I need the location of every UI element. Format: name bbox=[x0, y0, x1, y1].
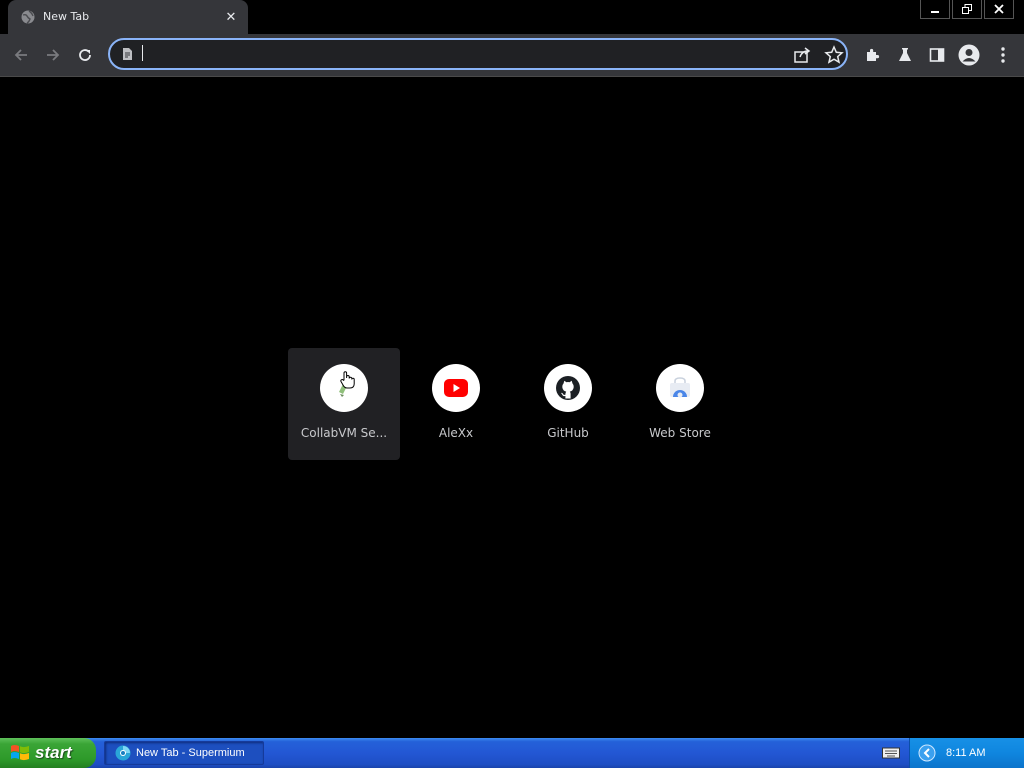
close-icon bbox=[994, 4, 1004, 14]
close-window-button[interactable] bbox=[984, 0, 1014, 19]
supermium-icon bbox=[115, 745, 131, 761]
shortcut-icon-wrapper bbox=[432, 364, 480, 412]
tab-strip: New Tab ✕ bbox=[0, 0, 1024, 34]
close-tab-icon[interactable]: ✕ bbox=[222, 8, 240, 26]
shortcut-collabvm[interactable]: CollabVM Se... bbox=[288, 348, 400, 460]
shortcut-icon-wrapper bbox=[320, 364, 368, 412]
window-controls bbox=[918, 0, 1014, 20]
shortcut-label: GitHub bbox=[547, 426, 589, 440]
avatar-icon bbox=[958, 44, 980, 66]
shortcut-label: CollabVM Se... bbox=[300, 426, 388, 440]
tab-new-tab[interactable]: New Tab ✕ bbox=[8, 0, 248, 34]
keyboard-icon[interactable] bbox=[882, 746, 900, 760]
youtube-icon bbox=[444, 379, 468, 397]
tab-title: New Tab bbox=[43, 10, 90, 23]
side-panel-button[interactable] bbox=[924, 42, 950, 68]
back-button[interactable] bbox=[8, 42, 34, 68]
menu-button[interactable] bbox=[990, 42, 1016, 68]
share-icon[interactable] bbox=[792, 45, 812, 65]
page-icon bbox=[123, 48, 132, 60]
hand-cursor-icon bbox=[340, 371, 355, 389]
shortcut-github[interactable]: GitHub bbox=[512, 348, 624, 460]
show-hidden-icons-icon[interactable] bbox=[918, 744, 936, 762]
reload-icon bbox=[79, 49, 91, 61]
taskbar: start New Tab - Supermium 8:11 AM bbox=[0, 738, 1024, 768]
browser-toolbar bbox=[0, 34, 1024, 77]
text-caret bbox=[142, 45, 143, 61]
shortcuts-grid: CollabVM Se... AleXx GitHub Web Store bbox=[288, 348, 736, 460]
taskbar-item-browser[interactable]: New Tab - Supermium bbox=[104, 741, 264, 765]
shortcut-alexx[interactable]: AleXx bbox=[400, 348, 512, 460]
start-label: start bbox=[35, 743, 72, 762]
reload-button[interactable] bbox=[72, 42, 98, 68]
clock[interactable]: 8:11 AM bbox=[946, 747, 986, 759]
restore-button[interactable] bbox=[952, 0, 982, 19]
puzzle-icon bbox=[867, 48, 880, 61]
shortcut-icon-wrapper bbox=[544, 364, 592, 412]
system-tray: 8:11 AM bbox=[882, 738, 1024, 768]
webstore-icon bbox=[670, 377, 690, 398]
shortcut-web-store[interactable]: Web Store bbox=[624, 348, 736, 460]
labs-button[interactable] bbox=[892, 42, 918, 68]
omnibox-input[interactable] bbox=[146, 43, 750, 67]
forward-button[interactable] bbox=[40, 42, 66, 68]
kebab-menu-icon bbox=[1001, 47, 1005, 63]
profile-button[interactable] bbox=[956, 42, 982, 68]
shortcut-label: AleXx bbox=[438, 426, 474, 440]
star-icon[interactable] bbox=[824, 45, 844, 65]
github-icon bbox=[556, 376, 580, 400]
shortcut-icon-wrapper bbox=[656, 364, 704, 412]
restore-icon bbox=[962, 4, 972, 14]
taskbar-item-label: New Tab - Supermium bbox=[136, 747, 245, 759]
shortcut-label: Web Store bbox=[649, 426, 711, 440]
side-panel-icon bbox=[929, 48, 945, 62]
minimize-icon bbox=[931, 11, 939, 13]
arrow-left-icon bbox=[14, 49, 27, 61]
address-bar[interactable] bbox=[108, 38, 848, 70]
start-button[interactable]: start bbox=[0, 738, 96, 768]
globe-icon bbox=[21, 10, 35, 24]
minimize-button[interactable] bbox=[920, 0, 950, 19]
arrow-right-icon bbox=[47, 49, 60, 61]
flask-icon bbox=[899, 48, 911, 61]
windows-logo-icon bbox=[11, 745, 29, 761]
extensions-button[interactable] bbox=[860, 42, 886, 68]
